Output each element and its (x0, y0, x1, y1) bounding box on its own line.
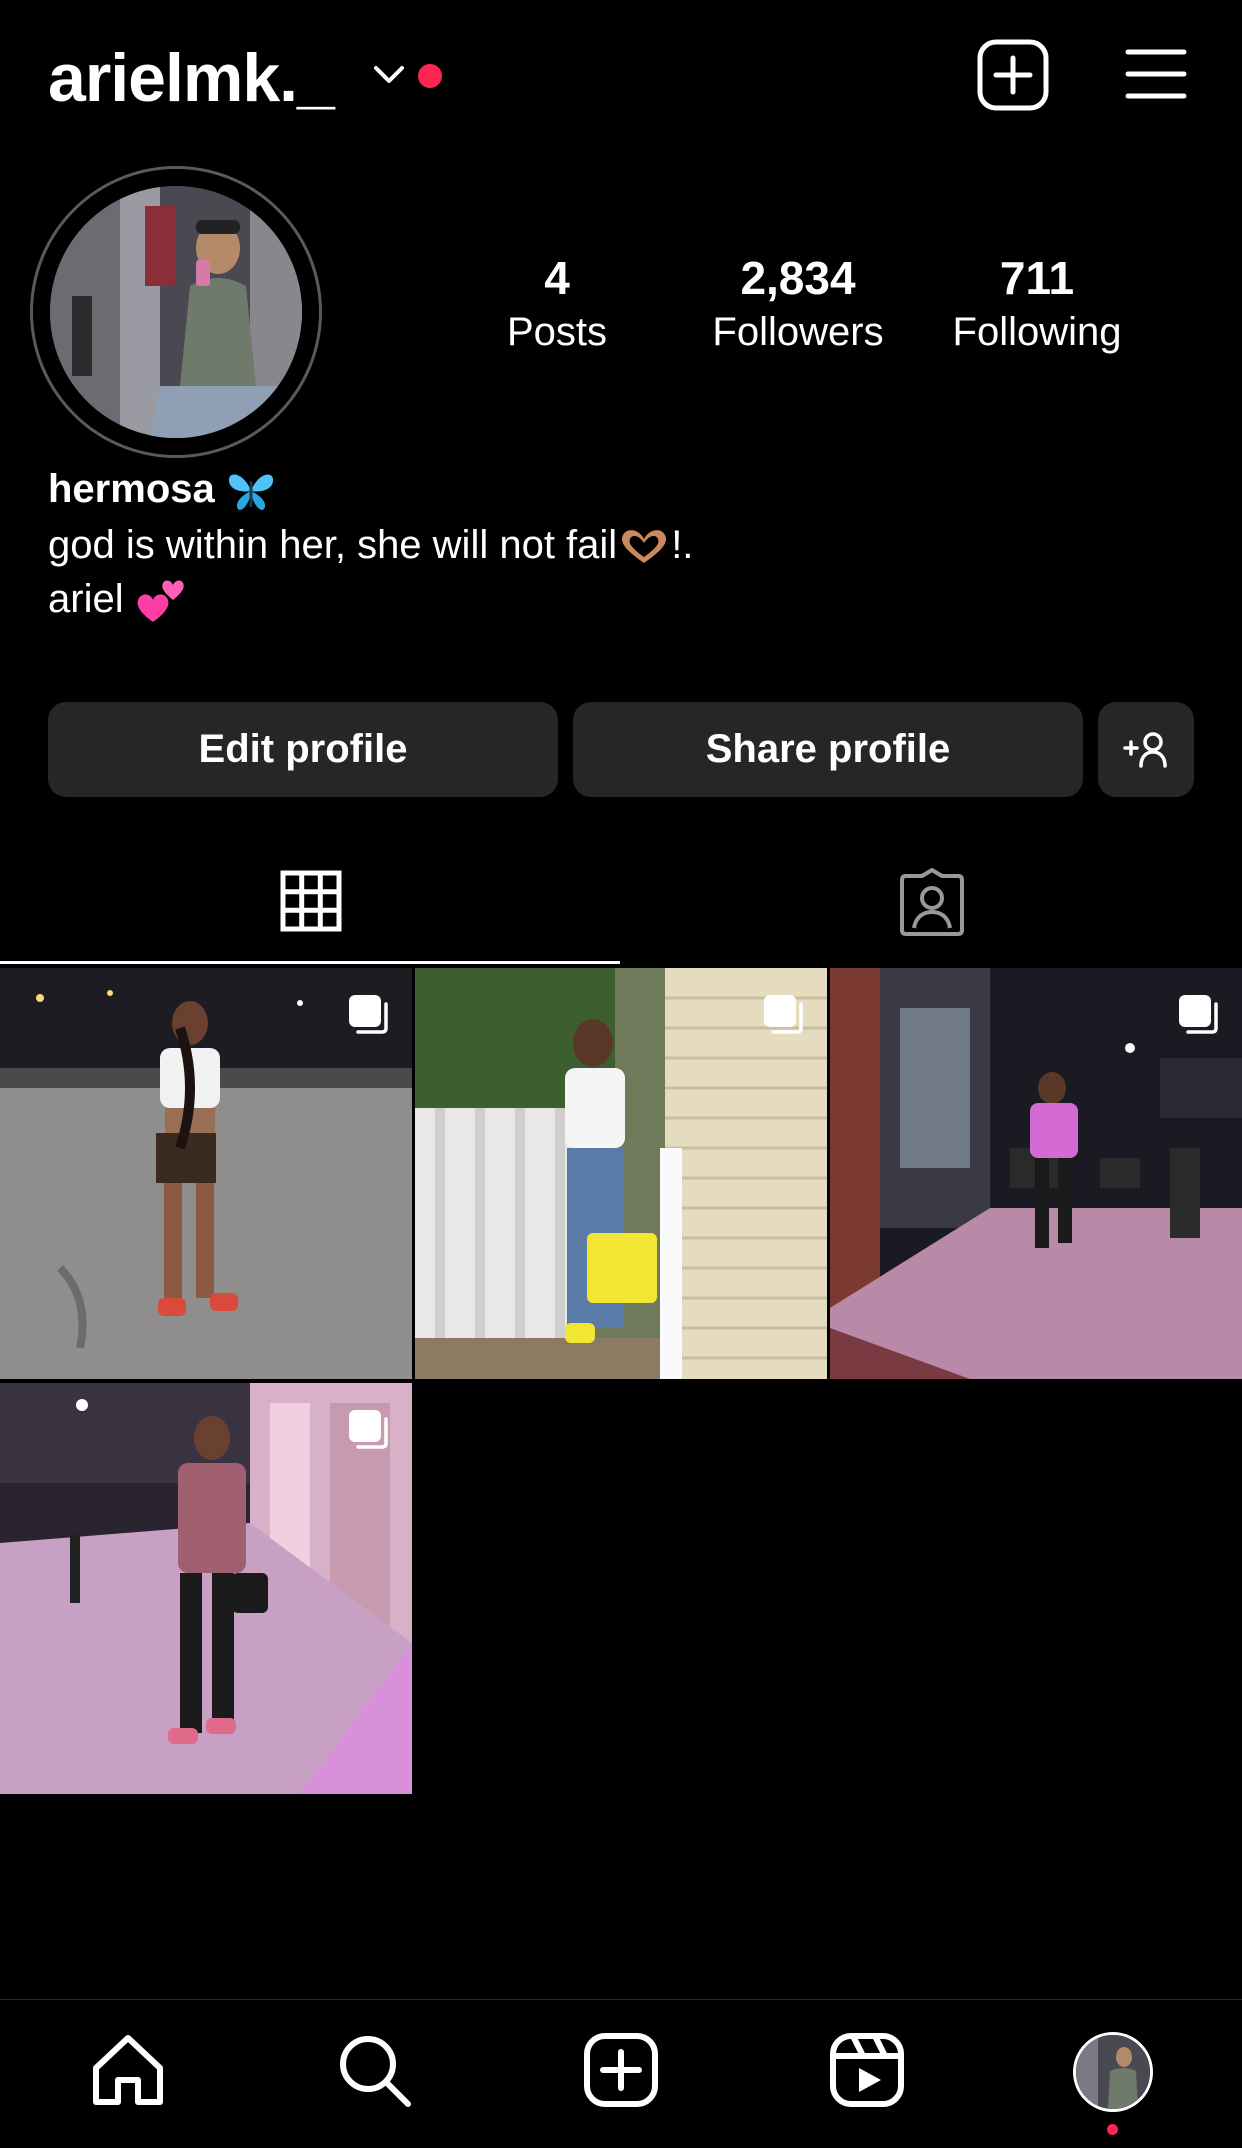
create-icon[interactable] (581, 2030, 661, 2110)
grid-icon (280, 870, 342, 932)
posts-count: 4 (544, 252, 570, 304)
profile-notification-dot (1107, 2124, 1118, 2135)
search-icon[interactable] (334, 2030, 414, 2110)
followers-label: Followers (712, 310, 884, 354)
discover-people-button[interactable] (1098, 702, 1194, 797)
display-name: hermosa (48, 462, 276, 516)
bio-line-2: ariel (48, 572, 189, 626)
profile-tab-avatar[interactable] (1073, 2032, 1153, 2112)
active-tab-indicator (0, 961, 620, 964)
share-profile-button[interactable]: Share profile (573, 702, 1083, 797)
chevron-down-icon[interactable] (372, 60, 406, 90)
carousel-icon (764, 995, 803, 1034)
post-tile-1[interactable] (0, 968, 412, 1379)
home-icon[interactable] (88, 2030, 168, 2110)
add-person-icon (1123, 731, 1167, 768)
edit-profile-button[interactable]: Edit profile (48, 702, 558, 797)
reels-icon[interactable] (827, 2030, 907, 2110)
carousel-icon (349, 995, 388, 1034)
post-tile-2[interactable] (415, 968, 827, 1379)
menu-icon[interactable] (1124, 44, 1188, 104)
tagged-person-icon (900, 868, 964, 936)
following-label: Following (952, 310, 1122, 354)
stat-following[interactable]: 711 Following (927, 250, 1147, 358)
following-count: 711 (999, 252, 1075, 304)
two-hearts-icon (137, 580, 184, 623)
carousel-icon (1179, 995, 1218, 1034)
tab-posts-grid[interactable] (0, 860, 620, 960)
stat-posts[interactable]: 4 Posts (447, 250, 667, 358)
avatar[interactable] (50, 186, 302, 438)
post-tile-3[interactable] (830, 968, 1242, 1379)
post-tile-4[interactable] (0, 1383, 412, 1794)
butterfly-icon (228, 474, 273, 511)
notification-dot (418, 64, 442, 88)
carousel-icon (349, 1410, 388, 1449)
posts-label: Posts (506, 310, 608, 354)
followers-count: 2,834 (740, 252, 856, 304)
bio-line-1: god is within her, she will not fail !. (48, 523, 694, 567)
heart-hands-icon (622, 530, 667, 564)
stat-followers[interactable]: 2,834 Followers (688, 250, 908, 358)
bottom-nav-divider (0, 1999, 1242, 2000)
new-post-icon[interactable] (976, 38, 1050, 112)
profile-username[interactable]: arielmk._ (48, 38, 335, 118)
tab-tagged[interactable] (621, 860, 1242, 960)
